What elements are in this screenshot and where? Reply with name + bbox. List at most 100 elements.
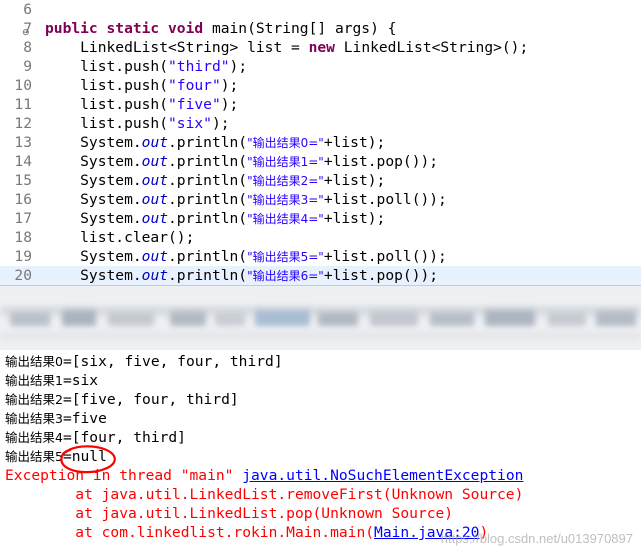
stack-trace-line: at java.util.LinkedList.removeFirst(Unkn… (5, 486, 524, 503)
line-number: 10 (14, 77, 32, 94)
line-number: 9 (23, 58, 32, 75)
code-token: "输出结果0=" (247, 136, 324, 150)
code-token: out (141, 191, 169, 208)
output-label: 输出结果1 (5, 373, 63, 388)
code-token: LinkedList<String>(); (343, 39, 529, 56)
line-number: 15 (14, 172, 32, 189)
code-editor[interactable]: 6 7 ⊖ public static void main(String[] args… (0, 0, 641, 285)
code-token: ); (220, 77, 239, 94)
output-label: 输出结果3 (5, 411, 63, 426)
output-label: 输出结果4 (5, 430, 63, 445)
code-token: "输出结果1=" (247, 155, 324, 169)
code-token: new (308, 39, 344, 56)
code-token: +list.pop()); (323, 267, 439, 284)
code-text: System.out.println("输出结果2="+list); (45, 171, 385, 191)
code-token: ); (211, 115, 230, 132)
code-token: out (141, 248, 169, 265)
code-line-7[interactable]: 7 ⊖ public static void main(String[] args)… (0, 19, 641, 38)
stack-trace-line: at com.linkedlist.rokin.Main.main(Main.j… (5, 523, 488, 542)
code-text: System.out.println("输出结果1="+list.pop()); (45, 152, 438, 172)
code-token: "输出结果2=" (247, 174, 324, 188)
code-token: ); (229, 58, 248, 75)
line-number: 8 (23, 39, 32, 56)
code-token: .println( (168, 248, 248, 265)
console-output-line: 输出结果0=[six, five, four, third] (5, 352, 283, 371)
code-line-9[interactable]: 9 list.push("third"); (0, 57, 641, 76)
console-output[interactable]: 输出结果0=[six, five, four, third] 输出结果1=six 输… (0, 350, 641, 558)
code-token: +list.poll()); (323, 248, 447, 265)
code-token: .println( (168, 134, 248, 151)
code-token: "输出结果5=" (247, 250, 324, 264)
code-token: System. (45, 172, 142, 189)
code-line-15[interactable]: 15 System.out.println("输出结果2="+list); (0, 171, 641, 190)
code-token: +list.pop()); (323, 153, 439, 170)
output-value: =six (62, 372, 99, 389)
code-text: System.out.println("输出结果3="+list.poll())… (45, 190, 447, 210)
line-number: 13 (14, 134, 32, 151)
code-token: "third" (168, 58, 230, 75)
code-token: out (141, 172, 169, 189)
code-text: list.push("six"); (45, 114, 230, 133)
console-output-line: 输出结果3=five (5, 409, 107, 428)
code-token: list.push( (45, 96, 169, 113)
code-text: list.push("third"); (45, 57, 247, 76)
code-line-17[interactable]: 17 System.out.println("输出结果4="+list); (0, 209, 641, 228)
code-token: out (141, 267, 169, 284)
code-token: .println( (168, 172, 248, 189)
output-label: 输出结果2 (5, 392, 63, 407)
code-line-12[interactable]: 12 list.push("six"); (0, 114, 641, 133)
code-line-13[interactable]: 13 System.out.println("输出结果0="+list); (0, 133, 641, 152)
code-token: System. (45, 134, 142, 151)
code-text: System.out.println("输出结果4="+list); (45, 209, 385, 229)
exception-class-link[interactable]: java.util.NoSuchElementException (242, 467, 523, 484)
code-token: .println( (168, 267, 248, 284)
code-token: "输出结果3=" (247, 193, 324, 207)
code-token: out (141, 153, 169, 170)
code-text: LinkedList<String> list = new LinkedList… (45, 38, 528, 57)
code-token: "six" (168, 115, 212, 132)
output-label: 输出结果0 (5, 354, 63, 369)
code-token: System. (45, 210, 142, 227)
line-number: 16 (14, 191, 32, 208)
code-token: list.clear(); (45, 229, 195, 246)
code-line-18[interactable]: 18 list.clear(); (0, 228, 641, 247)
code-token: +list); (323, 134, 386, 151)
code-token: .println( (168, 153, 248, 170)
code-text: public static void main(String[] args) { (45, 19, 396, 38)
output-value: =five (62, 410, 107, 427)
code-line-8[interactable]: 8 LinkedList<String> list = new LinkedLi… (0, 38, 641, 57)
output-value: =[four, third] (62, 429, 186, 446)
line-number: 11 (14, 96, 32, 113)
line-number: 6 (23, 1, 32, 18)
code-token: "输出结果6=" (247, 269, 324, 283)
code-line-6[interactable]: 6 (0, 0, 641, 19)
code-line-16[interactable]: 16 System.out.println("输出结果3="+list.poll… (0, 190, 641, 209)
stack-text: at com.linkedlist.rokin.Main.main( (5, 524, 375, 541)
console-output-line: 输出结果2=[five, four, third] (5, 390, 239, 409)
output-value: =[six, five, four, third] (62, 353, 283, 370)
code-token: out (141, 210, 169, 227)
output-value: =[five, four, third] (62, 391, 239, 408)
console-output-line: 输出结果5=null (5, 447, 107, 466)
code-line-11[interactable]: 11 list.push("five"); (0, 95, 641, 114)
code-token: out (141, 134, 169, 151)
code-line-20[interactable]: 20 System.out.println("输出结果6="+list.pop(… (0, 266, 641, 285)
code-token: System. (45, 248, 142, 265)
line-number: 20 (14, 267, 32, 284)
watermark: https://blog.csdn.net/u013970897 (440, 531, 633, 546)
console-output-line: 输出结果4=[four, third] (5, 428, 186, 447)
code-line-19[interactable]: 19 System.out.println("输出结果5="+list.poll… (0, 247, 641, 266)
code-line-10[interactable]: 10 list.push("four"); (0, 76, 641, 95)
code-token: "five" (168, 96, 221, 113)
output-value: =null (62, 448, 107, 465)
line-number: 18 (14, 229, 32, 246)
code-text: System.out.println("输出结果0="+list); (45, 133, 385, 153)
code-token: list.push( (45, 115, 169, 132)
code-token: ); (220, 96, 239, 113)
output-label: 输出结果5 (5, 449, 63, 464)
code-token: public static void (45, 20, 212, 37)
code-token: LinkedList<String> list = (45, 39, 309, 56)
code-line-14[interactable]: 14 System.out.println("输出结果1="+list.pop(… (0, 152, 641, 171)
line-number: 12 (14, 115, 32, 132)
code-token: +list); (323, 172, 386, 189)
